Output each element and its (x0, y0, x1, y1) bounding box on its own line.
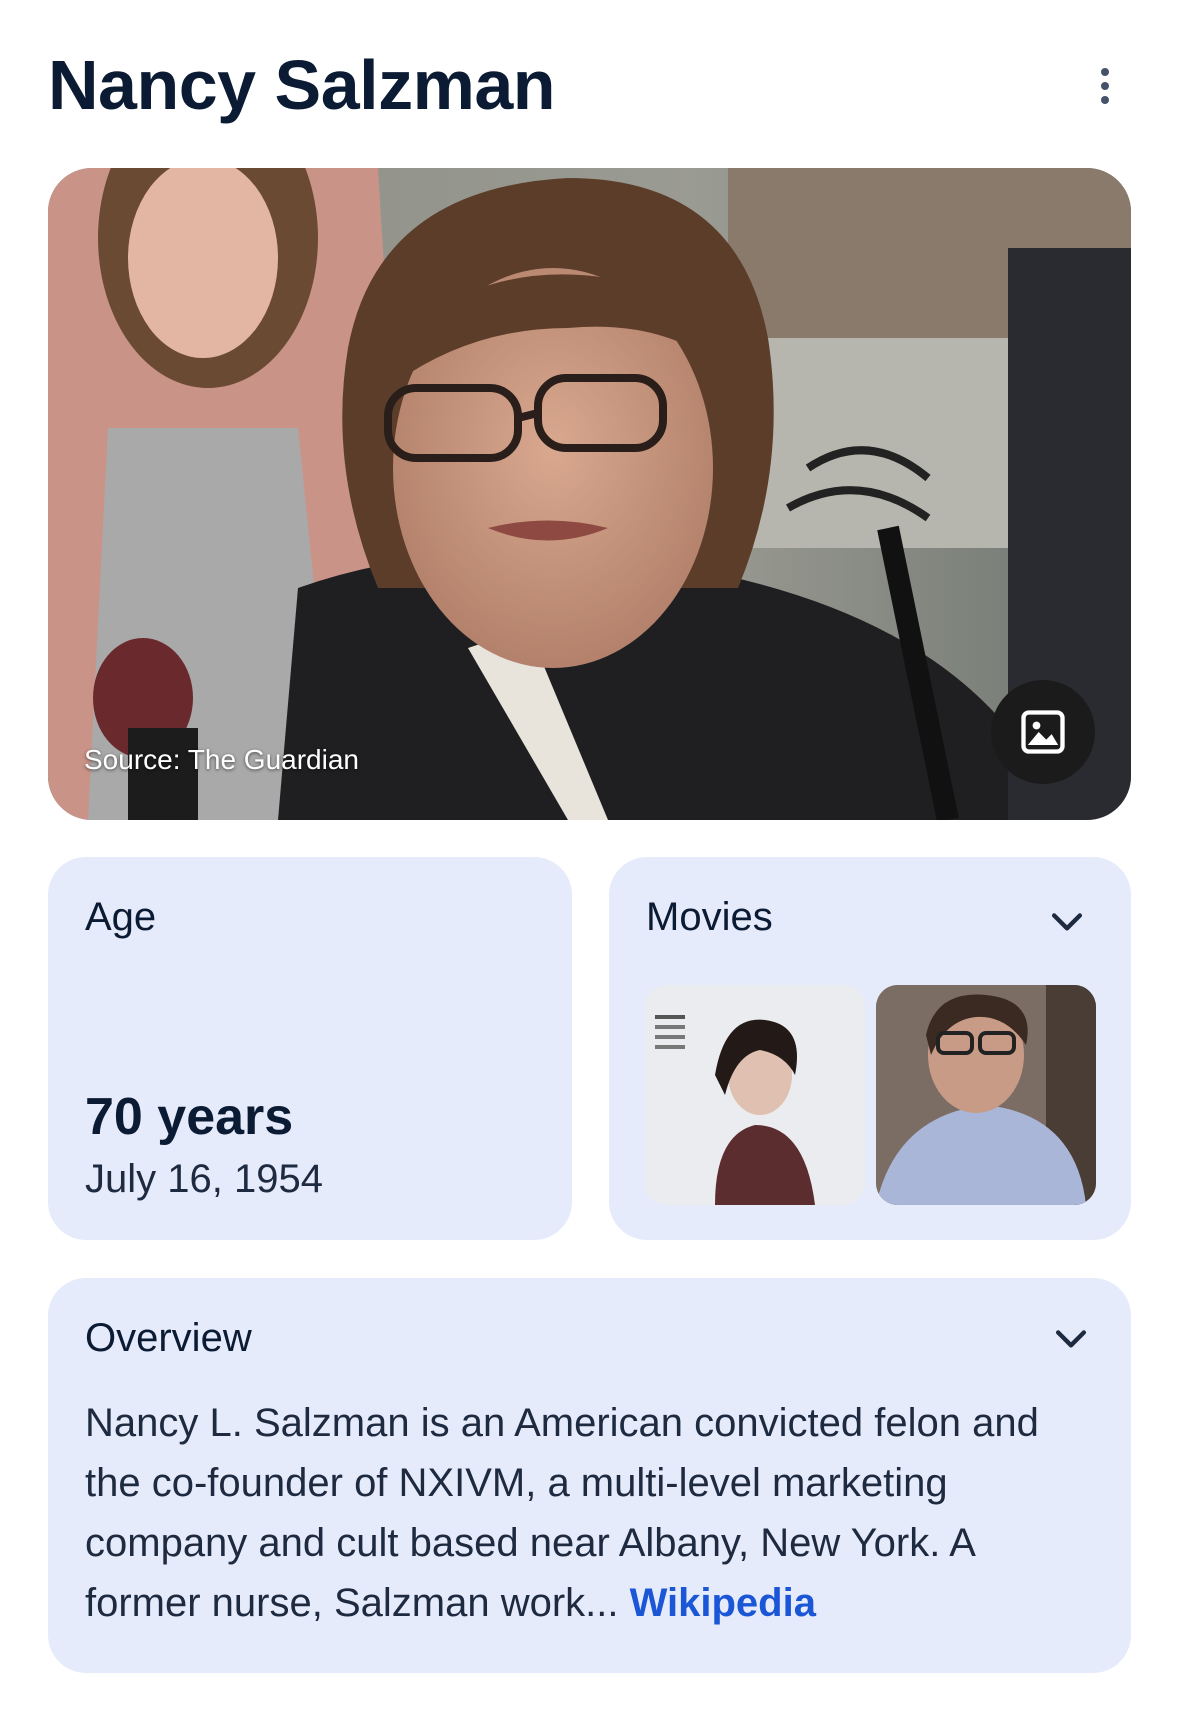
overview-ellipsis: ... (585, 1581, 619, 1625)
header: Nancy Salzman (48, 40, 1131, 130)
overview-card[interactable]: Overview Nancy L. Salzman is an American… (48, 1278, 1131, 1673)
movies-label: Movies (646, 895, 773, 939)
movies-card[interactable]: Movies (609, 857, 1131, 1240)
wikipedia-link[interactable]: Wikipedia (630, 1581, 816, 1625)
image-source-caption: Source: The Guardian (84, 744, 359, 775)
more-vert-icon (1101, 68, 1109, 76)
age-card[interactable]: Age 70 years July 16, 1954 (48, 857, 572, 1240)
chevron-down-icon[interactable] (1045, 899, 1089, 943)
age-label: Age (85, 895, 157, 939)
age-value: 70 years (85, 1088, 294, 1146)
movie-still-image (876, 985, 1096, 1205)
view-images-button[interactable] (991, 680, 1095, 784)
movie-thumbnail[interactable] (645, 985, 865, 1205)
portrait-photo (48, 168, 1131, 820)
more-options-button[interactable] (1079, 60, 1131, 112)
image-icon (1021, 710, 1065, 754)
chevron-down-icon[interactable] (1049, 1316, 1093, 1360)
overview-description: Nancy L. Salzman is an American convicte… (85, 1393, 1095, 1633)
movie-thumbnail[interactable] (876, 985, 1096, 1205)
hero-image[interactable]: Source: The Guardian (48, 168, 1131, 820)
birth-date: July 16, 1954 (85, 1157, 323, 1201)
overview-text: Nancy L. Salzman is an American convicte… (85, 1401, 1039, 1625)
overview-label: Overview (85, 1316, 252, 1360)
movie-poster-image (645, 985, 865, 1205)
page-title: Nancy Salzman (48, 46, 556, 124)
